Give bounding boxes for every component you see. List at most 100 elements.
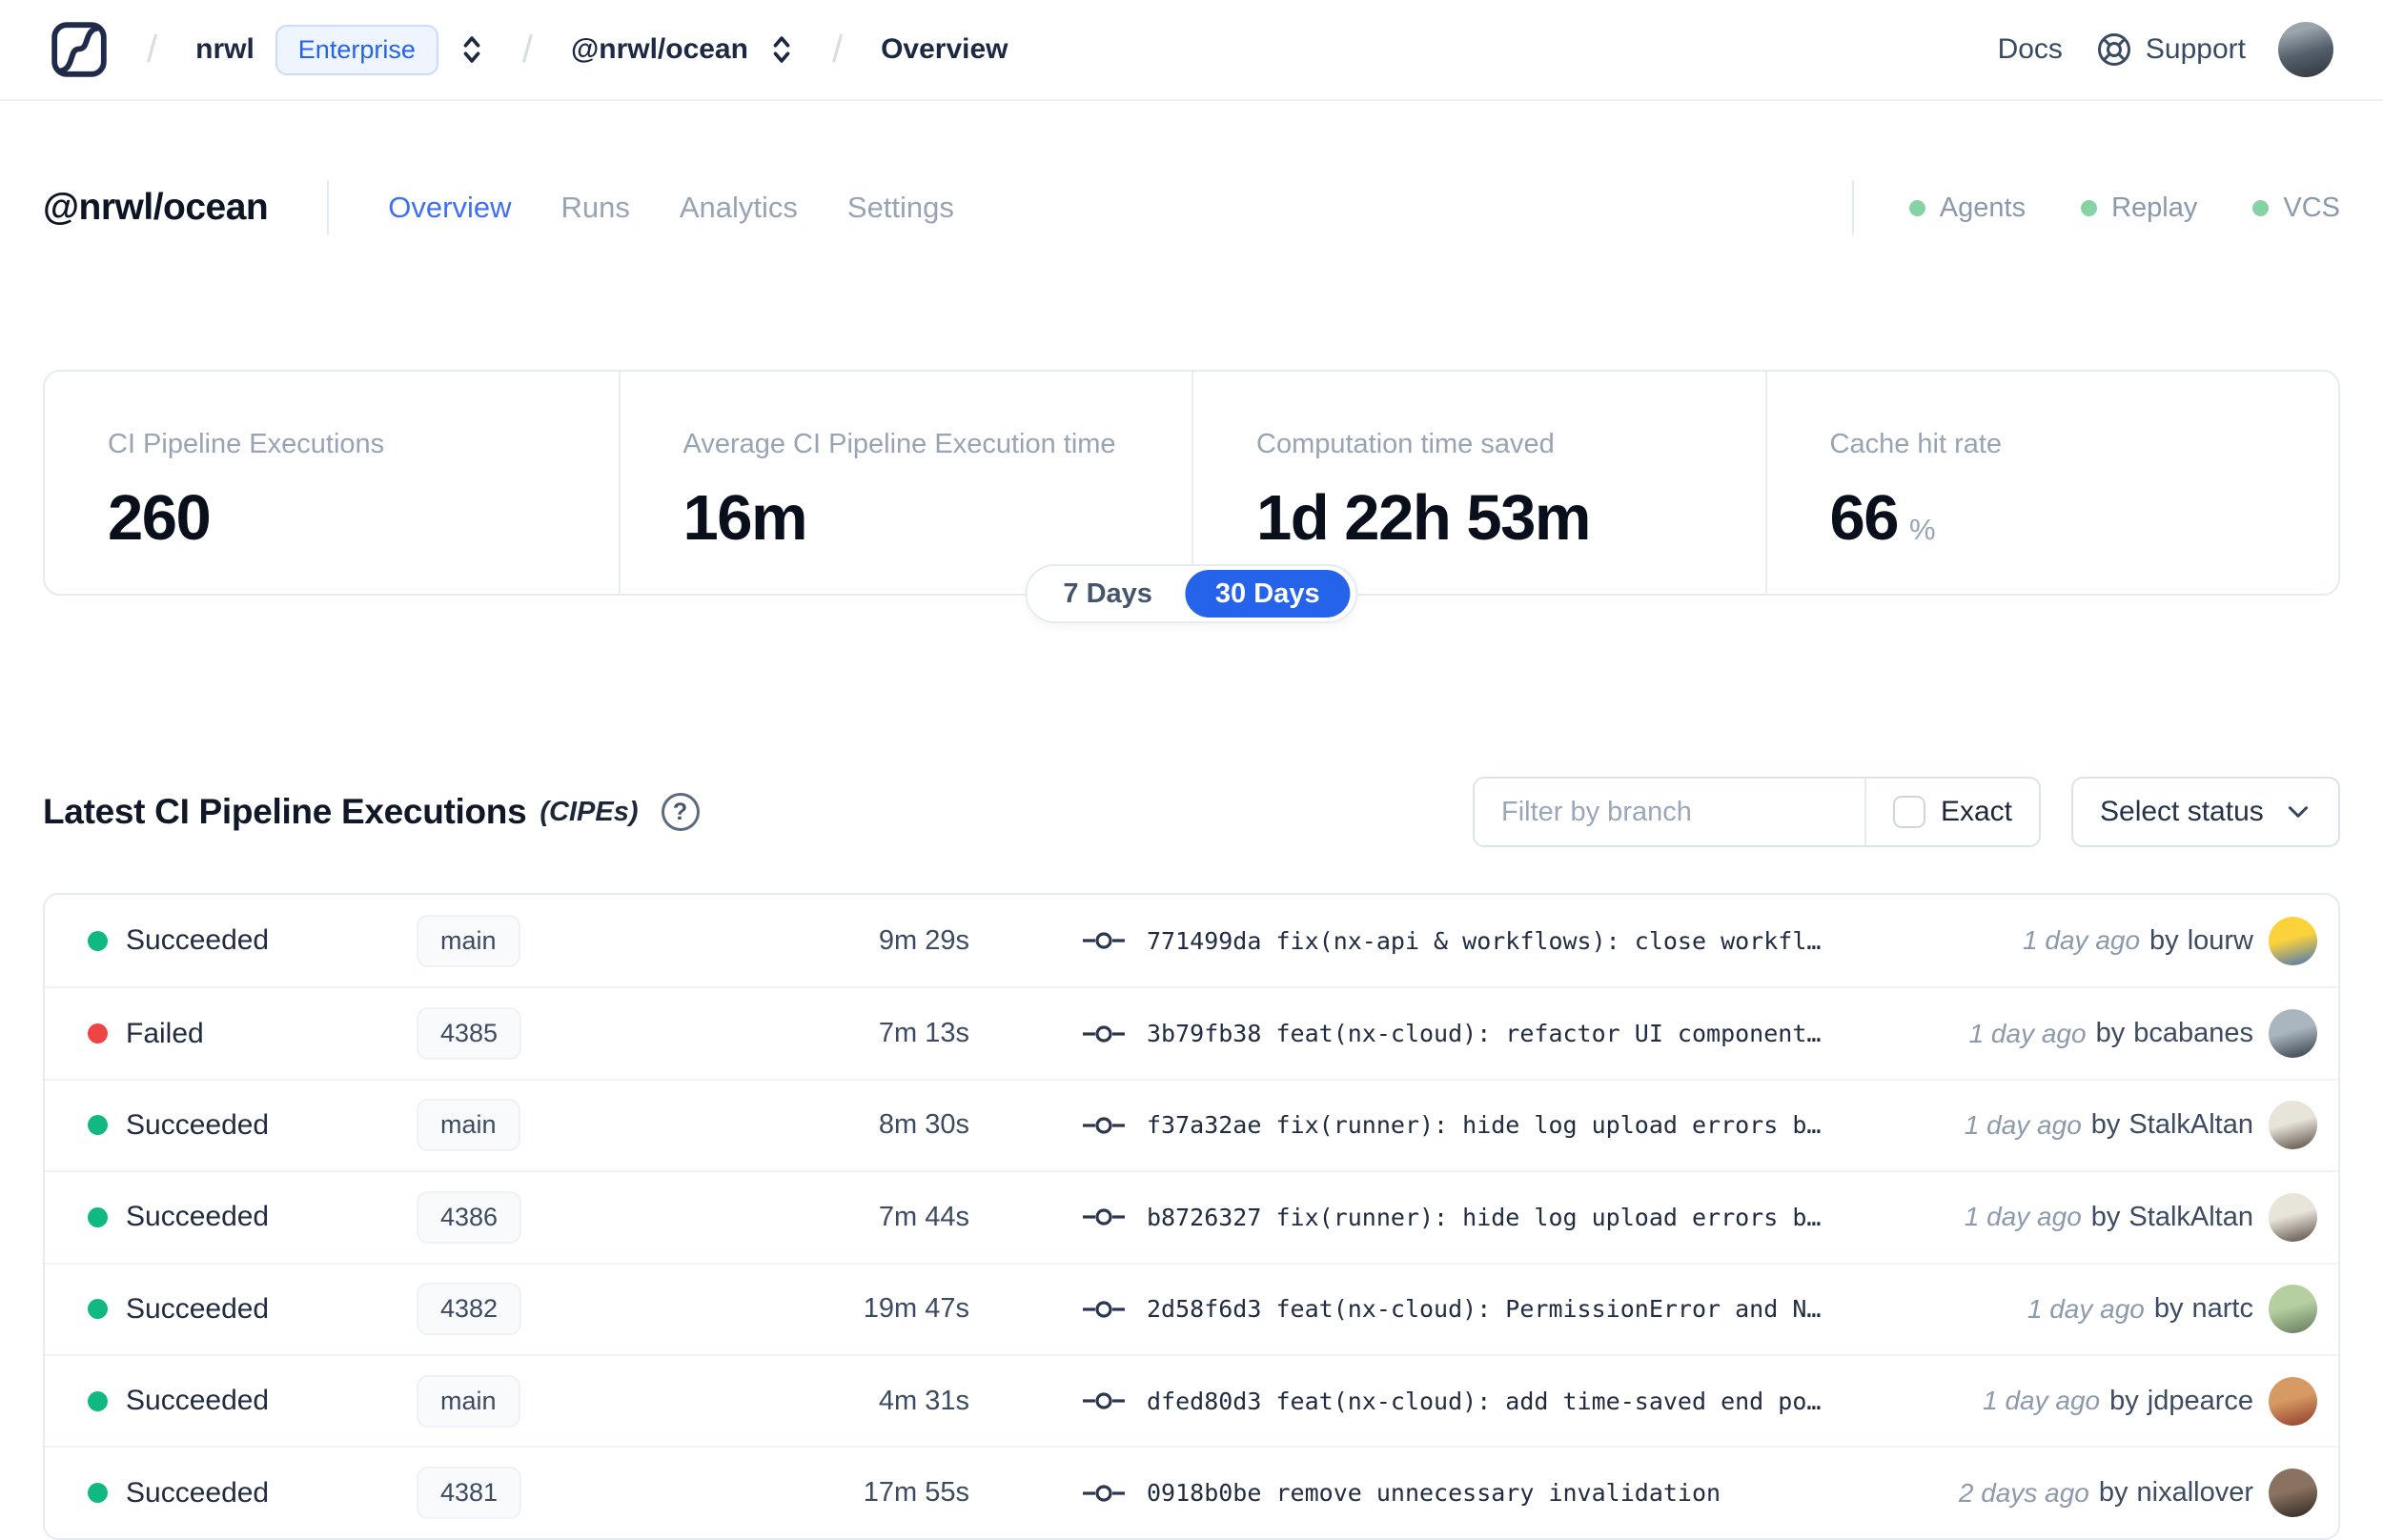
time-ago: 1 day ago — [1983, 1386, 2101, 1416]
cipe-row[interactable]: Succeeded 4382 19m 47s 2d58f6d3 feat(nx-… — [45, 1262, 2338, 1354]
commit-icon — [1082, 1022, 1126, 1046]
cipe-row[interactable]: Succeeded 4381 17m 55s 0918b0be remove u… — [45, 1446, 2338, 1537]
branch-filter-input[interactable] — [1475, 779, 1864, 845]
stat-card-cipe-count: CI Pipeline Executions 260 — [45, 372, 619, 594]
nx-cloud-logo-icon[interactable] — [50, 20, 109, 79]
exact-checkbox[interactable] — [1892, 796, 1925, 828]
breadcrumb-separator: / — [147, 28, 158, 71]
commit-message: fix(nx-api & workflows): close workfl… — [1275, 926, 1822, 955]
exact-label: Exact — [1940, 796, 2012, 827]
docs-link[interactable]: Docs — [1998, 33, 2063, 66]
workspace-switcher[interactable]: @nrwl/ocean — [571, 32, 794, 67]
commit-text[interactable]: b8726327 fix(runner): hide log upload er… — [1147, 1204, 1821, 1231]
branch-badge[interactable]: 4382 — [417, 1283, 522, 1336]
cipe-status-cell: Succeeded — [45, 1201, 417, 1233]
commit-icon — [1082, 1388, 1126, 1413]
tab-overview[interactable]: Overview — [388, 191, 511, 225]
status-dot — [88, 1483, 108, 1504]
stat-label: Average CI Pipeline Execution time — [682, 429, 1116, 459]
integration-status-group: Agents Replay VCS — [1851, 180, 2340, 235]
avatar[interactable] — [2269, 916, 2317, 965]
branch-badge[interactable]: 4385 — [417, 1007, 522, 1061]
user-avatar[interactable] — [2278, 22, 2333, 77]
branch-badge[interactable]: main — [417, 914, 520, 967]
avatar[interactable] — [2269, 1192, 2317, 1242]
author-name: StalkAltan — [2128, 1201, 2253, 1232]
commit-text[interactable]: 0918b0be remove unnecessary invalidation — [1147, 1479, 1721, 1507]
stat-suffix: % — [1909, 513, 1936, 546]
breadcrumb-page: Overview — [881, 33, 1008, 65]
commit-icon — [1082, 1297, 1126, 1322]
commit-text[interactable]: dfed80d3 feat(nx-cloud): add time-saved … — [1147, 1388, 1821, 1415]
commit-text[interactable]: f37a32ae fix(runner): hide log upload er… — [1147, 1111, 1821, 1139]
cipe-row[interactable]: Failed 4385 7m 13s 3b79fb38 feat(nx-clou… — [45, 986, 2338, 1078]
cipe-status-cell: Failed — [45, 1018, 417, 1050]
section-title-suffix: (CIPEs) — [540, 796, 639, 827]
branch-badge[interactable]: main — [417, 1374, 520, 1428]
avatar[interactable] — [2269, 1469, 2317, 1518]
tab-analytics[interactable]: Analytics — [680, 191, 798, 225]
cipe-meta-cell: 2 days ago by nixallover — [1959, 1469, 2338, 1518]
commit-icon — [1082, 1205, 1126, 1229]
cipe-duration: 9m 29s — [878, 924, 969, 956]
commit-text[interactable]: 2d58f6d3 feat(nx-cloud): PermissionError… — [1147, 1295, 1821, 1323]
chevron-down-icon — [2285, 799, 2312, 825]
author-name: nixallover — [2136, 1477, 2254, 1509]
commit-hash: 0918b0be — [1147, 1479, 1262, 1508]
by-label: by — [2098, 1477, 2128, 1509]
org-switcher[interactable]: nrwl Enterprise — [195, 24, 484, 75]
avatar[interactable] — [2269, 1376, 2317, 1426]
range-7-days[interactable]: 7 Days — [1032, 570, 1183, 618]
divider — [1851, 180, 1854, 235]
branch-badge[interactable]: main — [417, 1099, 520, 1152]
commit-text[interactable]: 3b79fb38 feat(nx-cloud): refactor UI com… — [1147, 1020, 1821, 1047]
exact-match-toggle[interactable]: Exact — [1864, 779, 2039, 845]
support-link[interactable]: Support — [2095, 30, 2246, 69]
cipe-row[interactable]: Succeeded main 8m 30s f37a32ae fix(runne… — [45, 1078, 2338, 1170]
range-30-days[interactable]: 30 Days — [1184, 570, 1351, 618]
commit-hash: b8726327 — [1147, 1203, 1262, 1231]
cipe-commit-cell: f37a32ae fix(runner): hide log upload er… — [1082, 1111, 1965, 1139]
cipe-commit-cell: 0918b0be remove unnecessary invalidation — [1082, 1479, 1959, 1507]
avatar[interactable] — [2269, 1101, 2317, 1150]
cipe-commit-cell: b8726327 fix(runner): hide log upload er… — [1082, 1204, 1965, 1231]
chevron-updown-icon[interactable] — [459, 32, 484, 67]
top-nav: / nrwl Enterprise / @nrwl/ocean / Overvi… — [0, 0, 2383, 101]
chevron-updown-icon[interactable] — [769, 32, 794, 67]
avatar[interactable] — [2269, 1009, 2317, 1059]
cipe-branch-cell: main — [417, 1374, 703, 1428]
tab-settings[interactable]: Settings — [847, 191, 954, 225]
stat-label: Cache hit rate — [1829, 429, 2003, 459]
cipe-row[interactable]: Succeeded main 4m 31s dfed80d3 feat(nx-c… — [45, 1353, 2338, 1446]
cipe-row[interactable]: Succeeded 4386 7m 44s b8726327 fix(runne… — [45, 1170, 2338, 1262]
enterprise-badge: Enterprise — [275, 24, 438, 75]
integration-agents[interactable]: Agents — [1908, 192, 2026, 224]
cipe-table: Succeeded main 9m 29s 771499da fix(nx-ap… — [43, 893, 2340, 1540]
tab-runs[interactable]: Runs — [560, 191, 629, 225]
commit-text[interactable]: 771499da fix(nx-api & workflows): close … — [1147, 927, 1821, 955]
stat-card-cache-hit-rate: Cache hit rate 66 % — [1764, 372, 2339, 594]
branch-filter-group: Exact — [1473, 777, 2041, 847]
cipe-row[interactable]: Succeeded main 9m 29s 771499da fix(nx-ap… — [45, 895, 2338, 986]
workspace-header: @nrwl/ocean Overview Runs Analytics Sett… — [43, 180, 2340, 235]
date-range-toggle: 7 Days 30 Days — [1025, 564, 1358, 623]
by-label: by — [2149, 924, 2179, 956]
time-ago: 1 day ago — [2027, 1293, 2145, 1324]
status-filter-select[interactable]: Select status — [2071, 777, 2340, 847]
integration-replay[interactable]: Replay — [2081, 192, 2197, 224]
author-name: jdpearce — [2147, 1385, 2253, 1416]
status-dot — [88, 1390, 108, 1411]
stat-value: 66 — [1829, 482, 1900, 554]
cipe-status-cell: Succeeded — [45, 1109, 417, 1142]
cipe-meta-cell: 1 day ago by StalkAltan — [1965, 1192, 2338, 1242]
branch-badge[interactable]: 4381 — [417, 1467, 522, 1520]
author-name: StalkAltan — [2128, 1109, 2253, 1141]
integration-vcs[interactable]: VCS — [2252, 192, 2340, 224]
help-icon[interactable]: ? — [661, 793, 700, 831]
org-name: nrwl — [195, 33, 255, 65]
avatar[interactable] — [2269, 1285, 2317, 1334]
commit-hash: 771499da — [1147, 926, 1262, 955]
status-label: Succeeded — [126, 1385, 270, 1417]
cipe-meta-cell: 1 day ago by bcabanes — [1969, 1009, 2338, 1059]
branch-badge[interactable]: 4386 — [417, 1190, 522, 1244]
